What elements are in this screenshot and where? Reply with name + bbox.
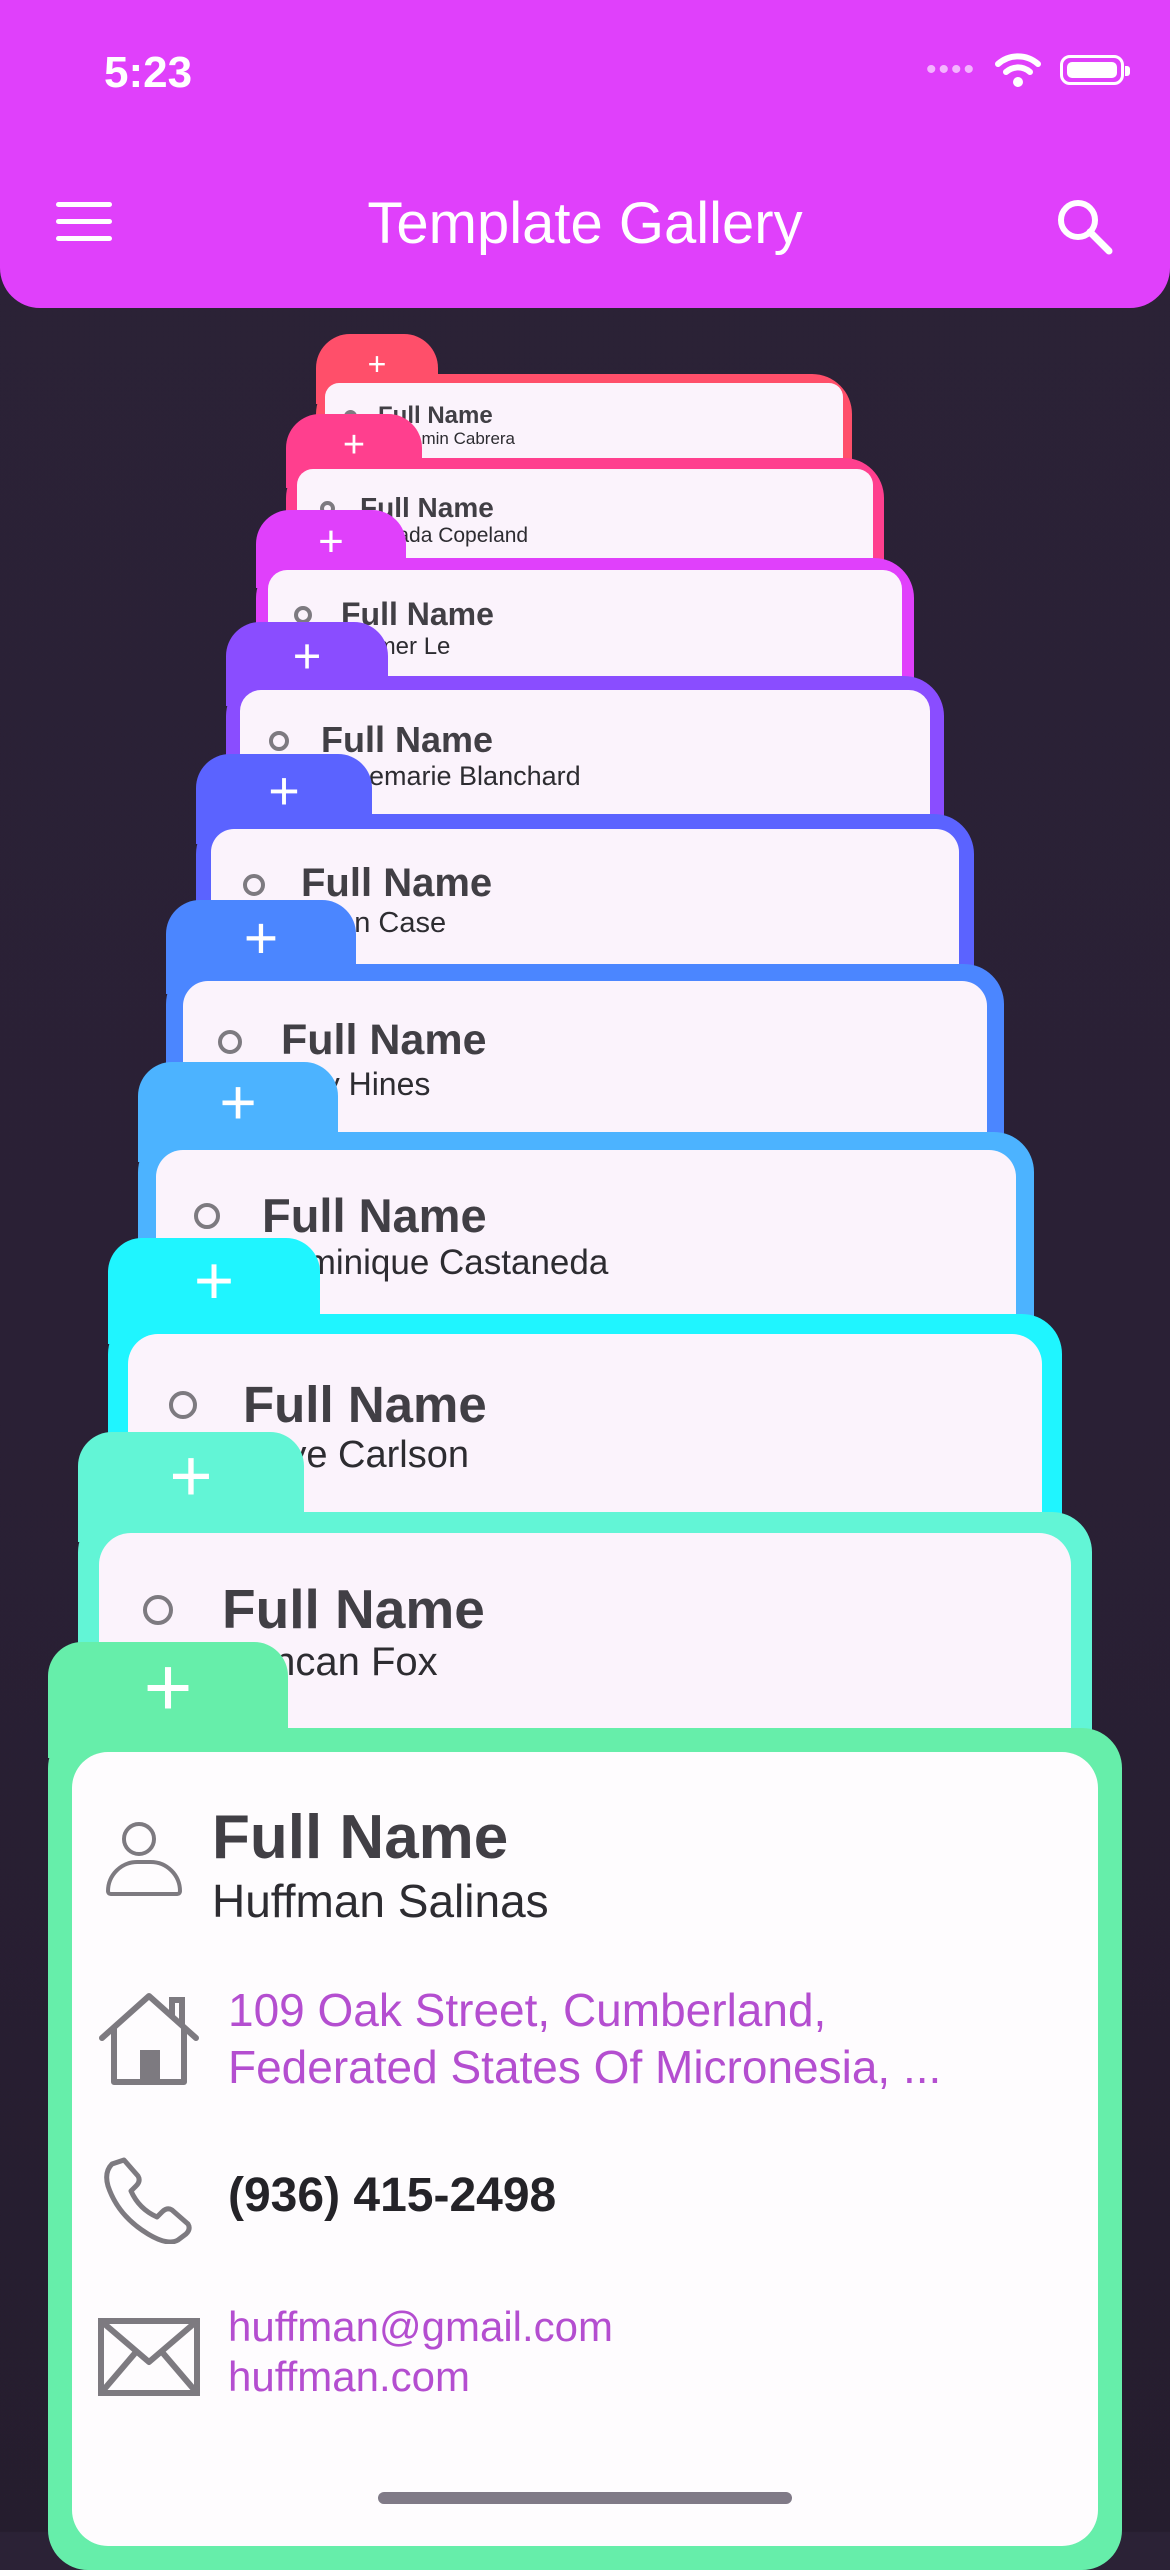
search-icon[interactable] [1054, 196, 1114, 256]
person-icon [194, 1203, 220, 1229]
status-indicators: •••• [925, 52, 1130, 88]
add-tab-button[interactable]: + [108, 1238, 320, 1344]
full-name-label: Full Name [212, 1803, 509, 1872]
person-icon [269, 731, 289, 751]
plus-icon: + [219, 1066, 257, 1138]
address-line-1: 109 Oak Street, Cumberland, [228, 1984, 827, 2036]
full-name-label: Full Name [243, 1376, 487, 1433]
plus-icon: + [243, 905, 279, 971]
add-tab-button[interactable]: + [138, 1062, 338, 1162]
phone-number[interactable]: (936) 415-2498 [228, 2168, 556, 2223]
email-link[interactable]: huffman@gmail.com [228, 2302, 613, 2352]
wifi-icon [995, 53, 1041, 87]
home-indicator[interactable] [378, 2492, 792, 2504]
person-icon [218, 1030, 242, 1054]
plus-icon: + [169, 1434, 213, 1517]
plus-icon: + [292, 629, 322, 684]
plus-icon: + [367, 345, 387, 382]
full-name-label: Full Name [262, 1189, 487, 1242]
mail-icon [98, 2318, 200, 2396]
person-icon [169, 1391, 197, 1419]
website-link[interactable]: huffman.com [228, 2352, 613, 2402]
address-line-2: Federated States Of Micronesia, ... [228, 2041, 942, 2093]
battery-icon [1060, 55, 1130, 85]
add-tab-button[interactable]: + [48, 1639, 288, 1758]
signal-icon: •••• [925, 53, 976, 86]
contact-card[interactable]: + Full Name Huffman Salinas [48, 1640, 1122, 2570]
full-name-label: Full Name [301, 861, 493, 905]
address-text[interactable]: 109 Oak Street, Cumberland, Federated St… [228, 1982, 941, 2096]
page-title: Template Gallery [367, 191, 803, 256]
app-bar: 5:23 •••• Template Gallery [0, 0, 1170, 308]
add-tab-button[interactable]: + [166, 900, 356, 994]
full-name-label: Full Name [222, 1578, 485, 1640]
person-icon [122, 1822, 156, 1856]
person-icon [243, 874, 265, 896]
plus-icon: + [342, 423, 366, 466]
contact-name: Huffman Salinas [212, 1875, 549, 1927]
contact-links: huffman@gmail.com huffman.com [228, 2302, 613, 2402]
plus-icon: + [318, 517, 344, 566]
plus-icon: + [143, 1639, 193, 1734]
person-icon-body [106, 1860, 182, 1896]
card-body: Full Name Huffman Salinas [72, 1752, 1098, 2546]
person-icon [143, 1595, 173, 1625]
full-name-label: Full Name [281, 1016, 487, 1064]
status-time: 5:23 [104, 48, 193, 97]
home-icon [99, 1993, 199, 2085]
phone-icon [104, 2157, 192, 2244]
add-tab-button[interactable]: + [78, 1432, 304, 1542]
plus-icon: + [268, 760, 300, 821]
plus-icon: + [193, 1242, 235, 1319]
